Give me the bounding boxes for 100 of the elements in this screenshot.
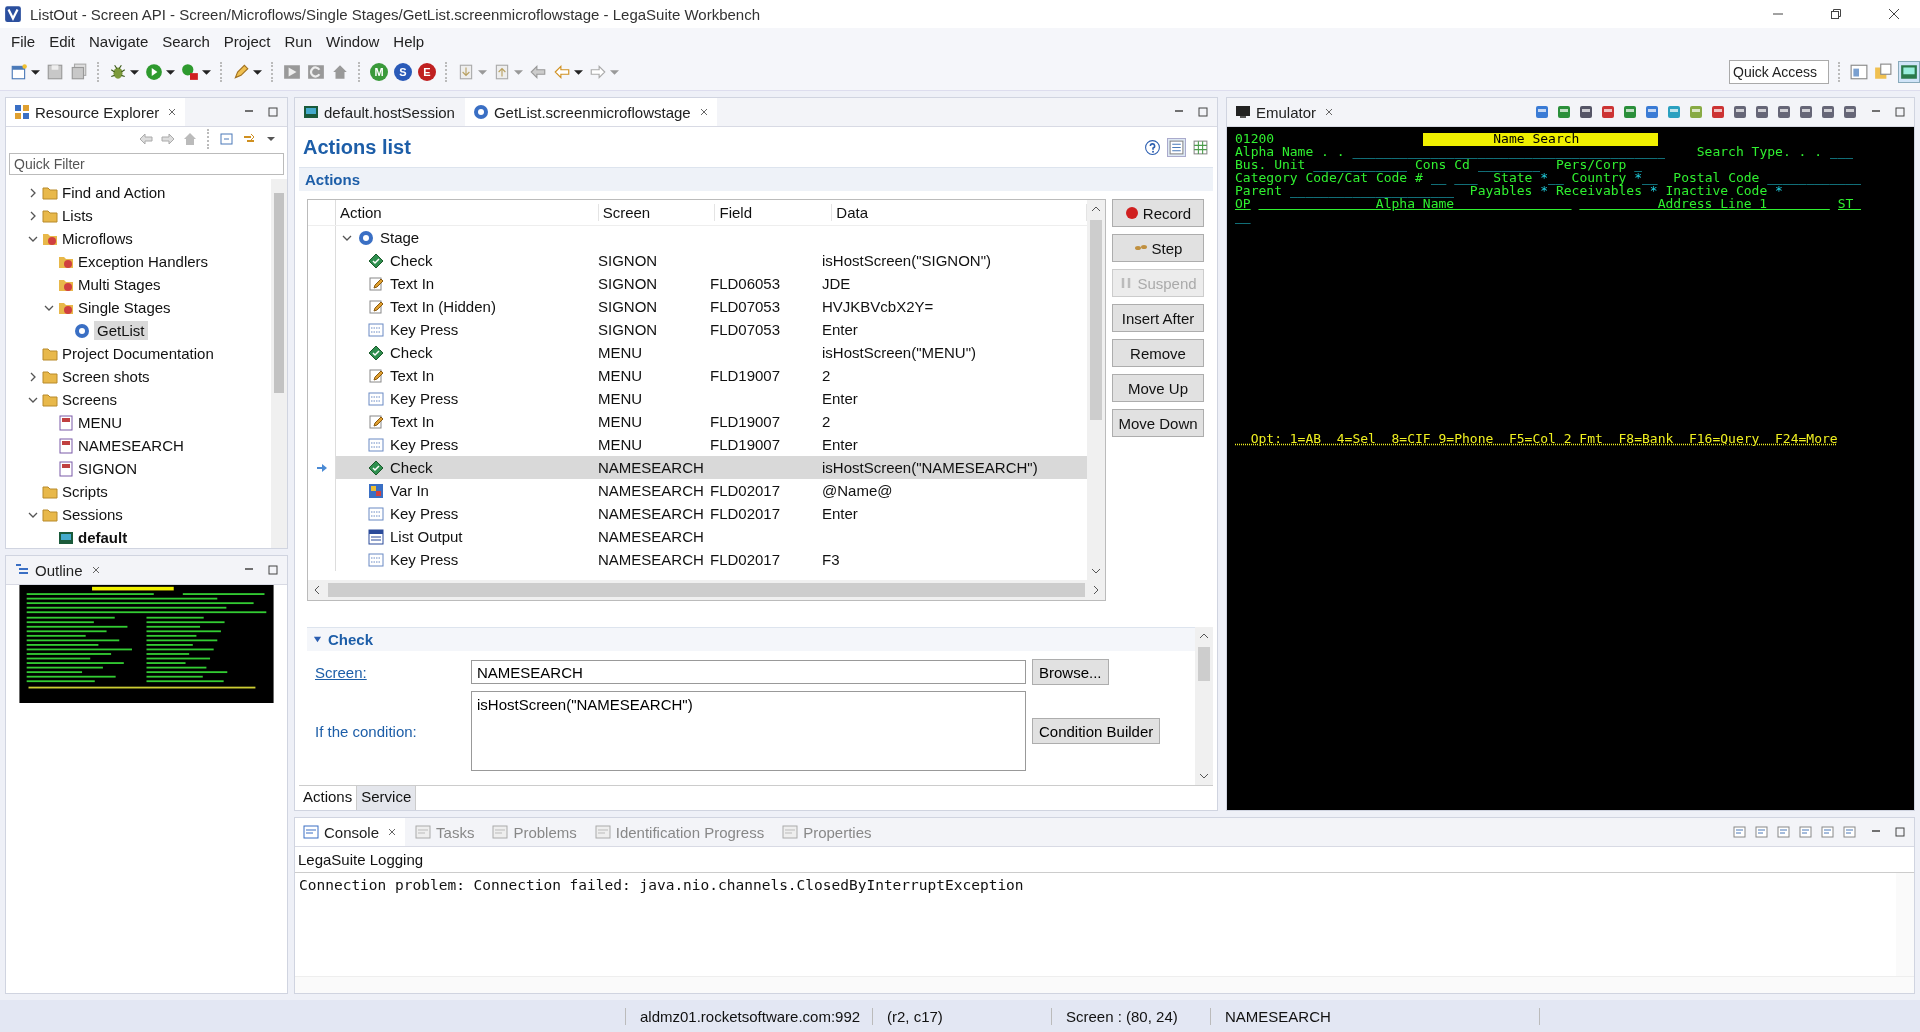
action-button[interactable]: Move Down: [1112, 409, 1204, 437]
column-header[interactable]: Field: [715, 204, 833, 221]
dropdown-icon[interactable]: [202, 67, 211, 77]
condition-field[interactable]: isHostScreen("NAMESEARCH"): [471, 691, 1026, 771]
refresh-screen-icon[interactable]: [307, 63, 325, 81]
tree-item[interactable]: NAMESEARCH: [6, 434, 271, 457]
tree-item[interactable]: Lists: [6, 204, 271, 227]
tree-item[interactable]: Find and Action: [6, 181, 271, 204]
toolbar-icon[interactable]: [1710, 104, 1726, 120]
toolbar-icon[interactable]: [1776, 104, 1792, 120]
screen-field[interactable]: NAMESEARCH: [471, 660, 1026, 684]
console-tab[interactable]: Console: [295, 818, 406, 846]
letter-button[interactable]: E: [418, 63, 436, 81]
tree-item[interactable]: SIGNON: [6, 457, 271, 480]
maximize-icon[interactable]: [1894, 826, 1906, 838]
chevron-icon[interactable]: [313, 635, 322, 644]
main-nav-item[interactable]: Project: [216, 32, 278, 50]
scrollbar-thumb[interactable]: [328, 583, 1085, 597]
column-header[interactable]: Screen: [598, 204, 716, 221]
action-row[interactable]: Key Press MENU Enter: [308, 387, 1087, 410]
scroll-up-icon[interactable]: [1091, 204, 1101, 214]
action-row[interactable]: Check SIGNON isHostScreen("SIGNON"): [308, 249, 1087, 272]
action-row[interactable]: Text In SIGNON FLD06053 JDE: [308, 272, 1087, 295]
close-icon[interactable]: [387, 827, 398, 837]
workbench-perspective-icon[interactable]: [1898, 61, 1920, 83]
scroll-down-icon[interactable]: [1199, 771, 1209, 781]
letter-button[interactable]: S: [394, 63, 412, 81]
action-row[interactable]: List Output NAMESEARCH: [308, 525, 1087, 548]
bug-icon[interactable]: [109, 63, 127, 81]
maximize-icon[interactable]: [1894, 106, 1906, 118]
home-icon[interactable]: [331, 63, 349, 81]
close-icon[interactable]: [1888, 8, 1900, 20]
resource-explorer-tab[interactable]: Resource Explorer: [6, 98, 186, 126]
toolbar-icon[interactable]: [1578, 104, 1594, 120]
tree-item[interactable]: GetList: [6, 319, 271, 342]
scrollbar[interactable]: [1896, 873, 1914, 976]
close-icon[interactable]: [1324, 107, 1335, 117]
new-file-icon[interactable]: [10, 63, 28, 81]
toolbar-icon[interactable]: [1842, 104, 1858, 120]
scroll-up-icon[interactable]: [1199, 631, 1209, 641]
main-nav-item[interactable]: Edit: [42, 32, 83, 50]
page-tab[interactable]: Service: [357, 786, 417, 810]
screen-link[interactable]: Screen:: [315, 663, 465, 681]
scrollbar-thumb[interactable]: [1090, 220, 1102, 420]
action-row[interactable]: Check MENU isHostScreen("MENU"): [308, 341, 1087, 364]
action-button[interactable]: Insert After: [1112, 304, 1204, 332]
browse-button[interactable]: Browse...: [1032, 659, 1109, 685]
toolbar-icon[interactable]: [1732, 104, 1748, 120]
toolbar-icon[interactable]: [1534, 104, 1550, 120]
action-row[interactable]: Text In MENU FLD19007 2: [308, 410, 1087, 433]
tree-item[interactable]: Project Documentation: [6, 342, 271, 365]
scrollbar-thumb[interactable]: [1198, 647, 1210, 681]
tree-item[interactable]: Single Stages: [6, 296, 271, 319]
dropdown-icon[interactable]: [130, 67, 139, 77]
action-row[interactable]: Stage: [308, 226, 1087, 249]
toolbar-icon[interactable]: [1666, 104, 1682, 120]
close-icon[interactable]: [167, 107, 178, 117]
action-row[interactable]: Check NAMESEARCH isHostScreen("NAMESEARCH"): [308, 456, 1087, 479]
tree-item[interactable]: default: [6, 526, 271, 549]
save-icon[interactable]: [46, 63, 64, 81]
editor-tab[interactable]: GetList.screenmicroflowstage: [464, 98, 717, 126]
tree-item[interactable]: Exception Handlers: [6, 250, 271, 273]
forward-icon[interactable]: [160, 131, 176, 147]
main-nav-item[interactable]: Window: [319, 32, 387, 50]
scroll-left-icon[interactable]: [312, 585, 322, 595]
main-nav-item[interactable]: File: [4, 32, 43, 50]
toolbar-icon[interactable]: [1820, 104, 1836, 120]
tree-item[interactable]: Screen shots: [6, 365, 271, 388]
action-button[interactable]: Step: [1112, 234, 1204, 262]
pen-icon[interactable]: [232, 63, 250, 81]
dropdown-icon[interactable]: [31, 67, 40, 77]
terminal-screen[interactable]: [1227, 127, 1914, 810]
maximize-icon[interactable]: [267, 106, 279, 118]
action-row[interactable]: Text In (Hidden) SIGNON FLD07053 HVJKBVcbX2Y=: [308, 295, 1087, 318]
scrollbar[interactable]: [295, 976, 1914, 993]
check-section-header[interactable]: Check: [307, 627, 1195, 651]
action-row[interactable]: Key Press NAMESEARCH FLD02017 Enter: [308, 502, 1087, 525]
tree-item[interactable]: Scripts: [6, 480, 271, 503]
action-row[interactable]: Var In NAMESEARCH FLD02017 @Name@: [308, 479, 1087, 502]
help-icon[interactable]: [1144, 138, 1161, 156]
main-nav-item[interactable]: Search: [155, 32, 217, 50]
tree-item[interactable]: Microflows: [6, 227, 271, 250]
play-screen-icon[interactable]: [283, 63, 301, 81]
letter-button[interactable]: M: [370, 63, 388, 81]
main-nav-item[interactable]: Run: [277, 32, 319, 50]
tree-item[interactable]: Screens: [6, 388, 271, 411]
dropdown-icon[interactable]: [253, 67, 262, 77]
quick-access-field[interactable]: Quick Access: [1729, 60, 1829, 84]
maximize-icon[interactable]: [267, 564, 279, 576]
chevron-icon[interactable]: [28, 210, 38, 221]
scrollbar-thumb[interactable]: [274, 193, 284, 393]
condition-builder-button[interactable]: Condition Builder: [1032, 718, 1161, 744]
perspective-icon[interactable]: [1850, 63, 1868, 81]
restore-icon[interactable]: [1830, 8, 1842, 20]
toolbar-icon[interactable]: [1754, 104, 1770, 120]
action-button[interactable]: Record: [1112, 199, 1204, 227]
close-icon[interactable]: [90, 565, 101, 575]
toolbar-icon[interactable]: [1644, 104, 1660, 120]
dropdown-icon[interactable]: [574, 67, 583, 77]
back-icon[interactable]: [138, 131, 154, 147]
